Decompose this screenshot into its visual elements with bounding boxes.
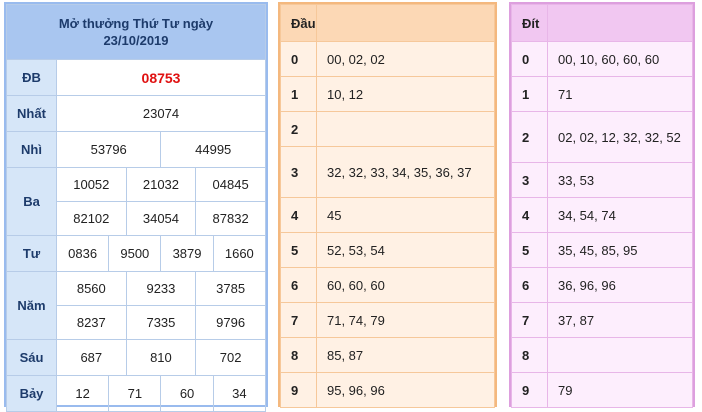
dit-header-label: Đít: [511, 4, 548, 42]
dit-values: 35, 45, 85, 95: [547, 232, 693, 268]
dau-values: 71, 74, 79: [316, 302, 495, 338]
dit-digit: 0: [511, 41, 548, 77]
dau-values: 45: [316, 197, 495, 233]
prize-tu-value: 9500: [108, 235, 162, 272]
prize-ba-value: 87832: [195, 201, 266, 236]
dit-digit: 5: [511, 232, 548, 268]
dau-digit: 6: [280, 267, 317, 303]
label-nhi: Nhì: [6, 131, 57, 168]
results-header: Mở thưởng Thứ Tư ngày 23/10/2019: [6, 4, 266, 60]
prize-nam-value: 9796: [195, 305, 266, 340]
dit-digit: 4: [511, 197, 548, 233]
dit-values: 37, 87: [547, 302, 693, 338]
label-ba: Ba: [6, 167, 57, 236]
prize-sau-value: 702: [195, 339, 266, 376]
prize-ba-value: 10052: [56, 167, 127, 202]
prize-nam-value: 7335: [125, 305, 197, 340]
dau-digit: 5: [280, 232, 317, 268]
dit-values: [547, 337, 693, 373]
dit-digit: 6: [511, 267, 548, 303]
dau-values: 00, 02, 02: [316, 41, 495, 77]
dit-header-spacer: [547, 4, 693, 42]
prize-ba-value: 21032: [125, 167, 197, 202]
dau-values: 60, 60, 60: [316, 267, 495, 303]
prize-ba-value: 34054: [125, 201, 197, 236]
head-digit-table: Đầu 0 00, 02, 02 1 10, 12 2 3 32, 32, 33, 3…: [278, 2, 497, 408]
prize-nhi-value: 53796: [55, 131, 162, 168]
dau-values: 95, 96, 96: [316, 372, 495, 408]
label-db: ĐB: [6, 59, 57, 96]
label-nam: Năm: [6, 271, 57, 340]
dau-digit: 1: [280, 76, 317, 112]
prize-sau-value: 810: [125, 339, 197, 376]
dau-digit: 4: [280, 197, 317, 233]
dau-values: 32, 32, 33, 34, 35, 36, 37: [316, 146, 495, 198]
prize-nam-value: 8237: [56, 305, 127, 340]
results-date: 23/10/2019: [103, 33, 169, 48]
prize-tu-value: 1660: [212, 235, 267, 272]
dau-digit: 2: [280, 111, 317, 147]
dau-header-label: Đầu: [280, 4, 317, 42]
dit-digit: 8: [511, 337, 548, 373]
prize-tu-value: 3879: [160, 235, 214, 272]
dau-values: [316, 111, 495, 147]
prize-nam-value: 3785: [195, 271, 266, 306]
prize-ba-value: 82102: [56, 201, 127, 236]
prize-bay-value: 12: [55, 375, 110, 412]
dit-digit: 2: [511, 111, 548, 163]
prize-nam-value: 8560: [56, 271, 127, 306]
dit-digit: 1: [511, 76, 548, 112]
label-bay: Bảy: [6, 375, 57, 412]
prize-nam-value: 9233: [125, 271, 197, 306]
dau-digit: 0: [280, 41, 317, 77]
prize-bay-value: 60: [160, 375, 214, 412]
prize-tu-value: 0836: [55, 235, 110, 272]
dau-values: 52, 53, 54: [316, 232, 495, 268]
dit-digit: 7: [511, 302, 548, 338]
dit-values: 79: [547, 372, 693, 408]
lottery-results-table: Mở thưởng Thứ Tư ngày 23/10/2019 ĐB 0875…: [4, 2, 268, 412]
label-tu: Tư: [6, 235, 57, 272]
dau-values: 10, 12: [316, 76, 495, 112]
dau-digit: 9: [280, 372, 317, 408]
prize-nhat-value: 23074: [56, 95, 266, 132]
dit-values: 02, 02, 12, 32, 32, 52: [547, 111, 693, 163]
dit-digit: 3: [511, 162, 548, 198]
dit-values: 71: [547, 76, 693, 112]
dit-values: 34, 54, 74: [547, 197, 693, 233]
prize-nhi-value: 44995: [160, 131, 266, 168]
results-title: Mở thưởng Thứ Tư ngày: [58, 16, 214, 31]
dau-digit: 7: [280, 302, 317, 338]
prize-sau-value: 687: [56, 339, 127, 376]
dau-header-spacer: [316, 4, 495, 42]
prize-bay-value: 34: [212, 375, 267, 412]
tail-digit-table: Đít 0 00, 10, 60, 60, 60 1 71 2 02, 02, 12,…: [509, 2, 695, 408]
dau-values: 85, 87: [316, 337, 495, 373]
label-nhat: Nhất: [6, 95, 57, 132]
prize-bay-value: 71: [108, 375, 162, 412]
dit-values: 00, 10, 60, 60, 60: [547, 41, 693, 77]
prize-db-value: 08753: [56, 59, 266, 96]
dit-digit: 9: [511, 372, 548, 408]
dau-digit: 3: [280, 146, 317, 198]
dau-digit: 8: [280, 337, 317, 373]
prize-ba-value: 04845: [195, 167, 266, 202]
label-sau: Sáu: [6, 339, 57, 376]
dit-values: 33, 53: [547, 162, 693, 198]
dit-values: 36, 96, 96: [547, 267, 693, 303]
